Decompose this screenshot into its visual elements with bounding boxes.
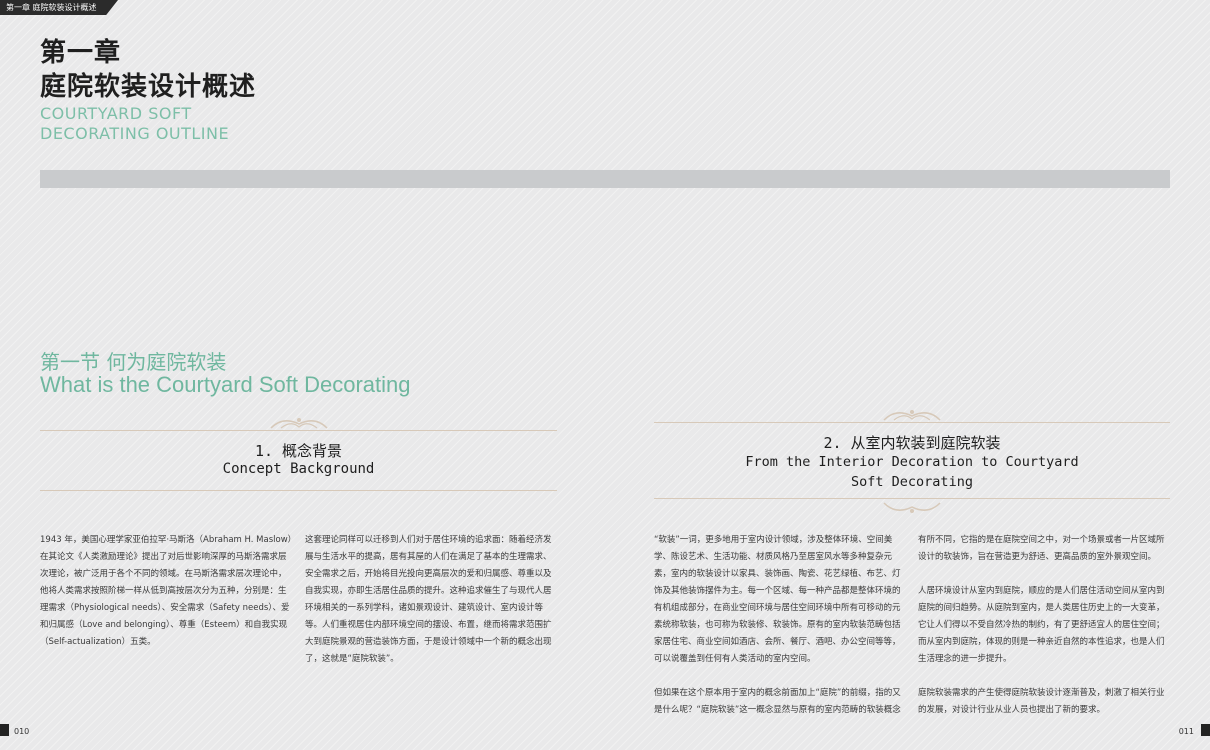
chapter-name: 庭院软装设计概述 [40, 72, 257, 102]
corner-mark-icon [0, 724, 9, 736]
chapter-number: 第一章 [40, 38, 122, 68]
chapter-title-en: COURTYARD SOFT DECORATING OUTLINE [40, 104, 229, 144]
subsection-top-rule [654, 422, 1170, 423]
chapter-en-line1: COURTYARD SOFT [40, 104, 192, 123]
subsection-bottom-rule [40, 490, 557, 491]
running-head: 第一章 庭院软装设计概述 [0, 0, 118, 15]
section-title-en: What is the Courtyard Soft Decorating [40, 372, 411, 397]
subsection-title-zh: 2. 从室内软装到庭院软装 [823, 434, 1001, 452]
subsection-title-en-line2: Soft Decorating [851, 474, 973, 490]
body-column-4: 有所不同，它指的是在庭院空间之中，对一个场景或者一片区域所设计的软装饰，旨在营造… [918, 532, 1170, 719]
subsection-heading-2: 2. 从室内软装到庭院软装 From the Interior Decorati… [654, 406, 1170, 518]
ornament-flourish-icon [883, 502, 941, 513]
paragraph: “软装”一词，更多地用于室内设计领域，涉及整体环境、空间美学、陈设艺术、生活功能… [654, 535, 901, 664]
chapter-title-zh: 第一章 庭院软装设计概述 [40, 36, 256, 104]
subsection-title-en-line1: From the Interior Decoration to Courtyar… [745, 454, 1079, 470]
body-column-2: 这套理论同样可以迁移到人们对于居住环境的追求面：随着经济发展与生活水平的提高，居… [305, 532, 557, 668]
header-band [40, 170, 1170, 188]
paragraph: 庭院软装需求的产生使得庭院软装设计逐渐普及，刺激了相关行业的发展，对设计行业从业… [918, 688, 1165, 715]
paragraph: 有所不同，它指的是在庭院空间之中，对一个场景或者一片区域所设计的软装饰，旨在营造… [918, 535, 1165, 562]
corner-mark-icon [1201, 724, 1210, 736]
subsection-title-en: Concept Background [222, 461, 375, 477]
page-number-left: 010 [14, 727, 30, 736]
section-title-zh: 第一节 何为庭院软装 [40, 350, 227, 374]
subsection-title-zh: 1. 概念背景 [254, 442, 343, 460]
subsection-top-rule [40, 430, 557, 431]
subsection-heading-1: 1. 概念背景 Concept Background [40, 414, 557, 494]
paragraph: 人居环境设计从室内到庭院，顺应的是人们居住活动空间从室内到庭院的间归趋势。从庭院… [918, 586, 1165, 664]
paragraph: 这套理论同样可以迁移到人们对于居住环境的追求面：随着经济发展与生活水平的提高，居… [305, 535, 552, 664]
paragraph: 但如果在这个原本用于室内的概念前面加上“庭院”的前缀，指的又是什么呢？“庭院软装… [654, 688, 901, 715]
chapter-en-line2: DECORATING OUTLINE [40, 124, 230, 143]
body-column-3: “软装”一词，更多地用于室内设计领域，涉及整体环境、空间美学、陈设艺术、生活功能… [654, 532, 906, 719]
page-number-right: 011 [1178, 727, 1194, 736]
paragraph: 1943 年，美国心理学家亚伯拉罕·马斯洛（Abraham H. Maslow）… [40, 535, 292, 647]
body-column-1: 1943 年，美国心理学家亚伯拉罕·马斯洛（Abraham H. Maslow）… [40, 532, 292, 651]
